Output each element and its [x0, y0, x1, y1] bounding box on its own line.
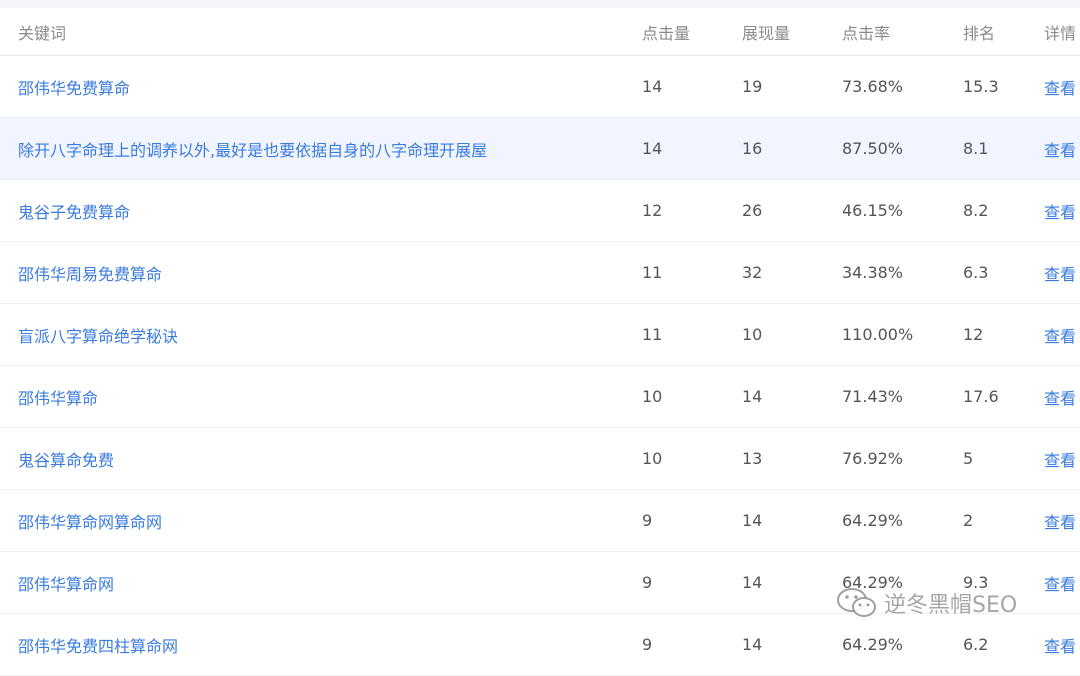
- view-detail-link[interactable]: 查看: [1044, 447, 1076, 471]
- ctr-value: 76.92%: [842, 449, 904, 468]
- view-detail-link[interactable]: 查看: [1044, 633, 1076, 657]
- view-detail-link[interactable]: 查看: [1044, 571, 1076, 595]
- view-detail-link[interactable]: 查看: [1044, 199, 1076, 223]
- impressions-value: 14: [742, 511, 763, 530]
- view-detail-link[interactable]: 查看: [1044, 323, 1076, 347]
- rank-value: 17.6: [963, 387, 999, 406]
- ctr-value: 64.29%: [842, 573, 904, 592]
- ctr-value: 34.38%: [842, 263, 904, 282]
- keyword-link[interactable]: 鬼谷子免费算命: [18, 199, 130, 223]
- header-detail: 详情: [1044, 23, 1077, 43]
- keyword-link[interactable]: 邵伟华算命网算命网: [18, 509, 162, 533]
- clicks-value: 10: [642, 387, 663, 406]
- table-row: 邵伟华算命网 9 14 64.29% 9.3 查看: [0, 552, 1080, 614]
- clicks-value: 12: [642, 201, 663, 220]
- impressions-value: 14: [742, 387, 763, 406]
- keyword-link[interactable]: 盲派八字算命绝学秘诀: [18, 323, 178, 347]
- clicks-value: 14: [642, 77, 663, 96]
- clicks-value: 11: [642, 325, 663, 344]
- ctr-value: 64.29%: [842, 635, 904, 654]
- rank-value: 12: [963, 325, 984, 344]
- header-impressions: 展现量: [742, 23, 791, 43]
- rank-value: 8.1: [963, 139, 989, 158]
- rank-value: 5: [963, 449, 974, 468]
- table-row: 邵伟华免费算命 14 19 73.68% 15.3 查看: [0, 56, 1080, 118]
- header-rank: 排名: [963, 23, 996, 43]
- impressions-value: 10: [742, 325, 763, 344]
- header-keyword: 关键词: [18, 23, 67, 43]
- keyword-link[interactable]: 邵伟华算命网: [18, 571, 114, 595]
- keyword-link[interactable]: 邵伟华免费算命: [18, 75, 130, 99]
- ctr-value: 64.29%: [842, 511, 904, 530]
- table-row: 除开八字命理上的调养以外,最好是也要依据自身的八字命理开展屋 14 16 87.…: [0, 118, 1080, 180]
- impressions-value: 14: [742, 573, 763, 592]
- table-row: 鬼谷算命免费 10 13 76.92% 5 查看: [0, 428, 1080, 490]
- rank-value: 2: [963, 511, 974, 530]
- table-row: 邵伟华算命 10 14 71.43% 17.6 查看: [0, 366, 1080, 428]
- header-ctr: 点击率: [842, 23, 891, 43]
- ctr-value: 110.00%: [842, 325, 914, 344]
- table-row: 邵伟华算命网算命网 9 14 64.29% 2 查看: [0, 490, 1080, 552]
- rank-value: 6.3: [963, 263, 989, 282]
- view-detail-link[interactable]: 查看: [1044, 137, 1076, 161]
- clicks-value: 9: [642, 635, 653, 654]
- keyword-link[interactable]: 鬼谷算命免费: [18, 447, 114, 471]
- keyword-link[interactable]: 邵伟华免费四柱算命网: [18, 633, 178, 657]
- keyword-link[interactable]: 邵伟华周易免费算命: [18, 261, 162, 285]
- view-detail-link[interactable]: 查看: [1044, 385, 1076, 409]
- keyword-link[interactable]: 邵伟华算命: [18, 385, 98, 409]
- table-row: 盲派八字算命绝学秘诀 11 10 110.00% 12 查看: [0, 304, 1080, 366]
- rank-value: 6.2: [963, 635, 989, 654]
- table-header: 关键词 点击量 展现量 点击率 排名 详情: [0, 8, 1080, 56]
- view-detail-link[interactable]: 查看: [1044, 75, 1076, 99]
- ctr-value: 73.68%: [842, 77, 904, 96]
- clicks-value: 9: [642, 573, 653, 592]
- impressions-value: 16: [742, 139, 763, 158]
- rank-value: 9.3: [963, 573, 989, 592]
- keyword-link[interactable]: 除开八字命理上的调养以外,最好是也要依据自身的八字命理开展屋: [18, 137, 487, 161]
- impressions-value: 13: [742, 449, 763, 468]
- top-strip: [0, 0, 1080, 8]
- table-row: 鬼谷子免费算命 12 26 46.15% 8.2 查看: [0, 180, 1080, 242]
- clicks-value: 10: [642, 449, 663, 468]
- ctr-value: 87.50%: [842, 139, 904, 158]
- clicks-value: 9: [642, 511, 653, 530]
- clicks-value: 14: [642, 139, 663, 158]
- impressions-value: 32: [742, 263, 763, 282]
- impressions-value: 19: [742, 77, 763, 96]
- ctr-value: 71.43%: [842, 387, 904, 406]
- rank-value: 8.2: [963, 201, 989, 220]
- impressions-value: 26: [742, 201, 763, 220]
- rank-value: 15.3: [963, 77, 999, 96]
- table-row: 邵伟华免费四柱算命网 9 14 64.29% 6.2 查看: [0, 614, 1080, 676]
- ctr-value: 46.15%: [842, 201, 904, 220]
- impressions-value: 14: [742, 635, 763, 654]
- header-clicks: 点击量: [642, 23, 691, 43]
- table-row: 邵伟华周易免费算命 11 32 34.38% 6.3 查看: [0, 242, 1080, 304]
- view-detail-link[interactable]: 查看: [1044, 261, 1076, 285]
- view-detail-link[interactable]: 查看: [1044, 509, 1076, 533]
- clicks-value: 11: [642, 263, 663, 282]
